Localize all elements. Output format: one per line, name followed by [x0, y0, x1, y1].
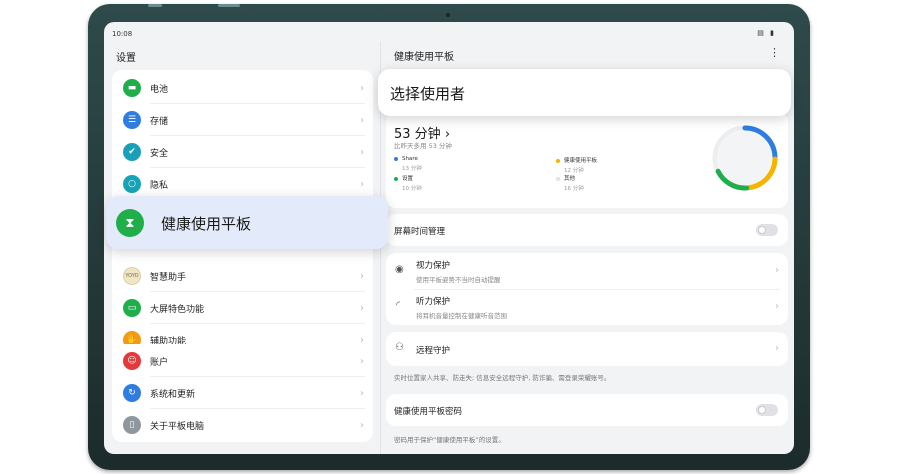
chevron-right-icon: › [360, 387, 364, 399]
settings-item-storage[interactable]: ☰ 存储 › [112, 104, 373, 136]
chevron-right-icon: › [360, 302, 364, 314]
family-icon: ⚇ [395, 342, 404, 353]
chevron-right-icon: › [775, 301, 779, 312]
settings-item-label: 存储 [150, 116, 169, 127]
legend-dot [556, 158, 560, 163]
legend-item-share: Share 13 分钟 [394, 156, 422, 172]
password-toggle[interactable] [756, 404, 778, 416]
legend-item-health: 健康使用平板 12 分钟 [556, 156, 597, 174]
legend-dot [556, 176, 560, 181]
settings-item-label: 大屏特色功能 [150, 304, 205, 315]
eye-protection-title: 视力保护 [416, 261, 451, 271]
highlight-health-item[interactable]: ⧗ 健康使用平板 [106, 196, 388, 249]
settings-item-account[interactable]: ☺ 账户 › [112, 345, 373, 377]
eye-icon: ◉ [395, 264, 404, 275]
chevron-right-icon: › [360, 114, 364, 126]
settings-title: 设置 [116, 53, 136, 64]
chevron-right-icon: › [360, 82, 364, 94]
legend-name: 设置 [402, 176, 414, 182]
usage-compare: 比昨天多用 53 分钟 [394, 142, 452, 150]
settings-item-system-update[interactable]: ↻ 系统和更新 › [112, 377, 373, 409]
hearing-protection-title: 听力保护 [416, 297, 451, 307]
storage-icon: ☰ [123, 111, 141, 129]
settings-item-label: 电池 [150, 84, 169, 95]
status-time: 10:08 [112, 30, 133, 38]
battery-icon: ▬ [123, 79, 141, 97]
usage-ring-chart [712, 125, 778, 191]
password-note: 密码用于保护“健康使用平板”的设置。 [394, 436, 505, 444]
legend-value: 13 分钟 [402, 166, 422, 172]
remote-guard-title: 远程守护 [416, 346, 451, 356]
lock-icon: ○ [123, 175, 141, 193]
legend-name: Share [402, 156, 418, 162]
shield-icon: ✔ [123, 143, 141, 161]
chevron-right-icon: › [775, 343, 779, 354]
screen-feature-icon: ▭ [123, 299, 141, 317]
screen-time-label: 屏幕时间管理 [394, 227, 446, 237]
legend-value: 10 分钟 [402, 186, 422, 192]
protection-card: ◉ 视力保护 使用平板姿势不当时自动提醒 › ◜ 听力保护 将耳机音量控制在健康… [386, 253, 788, 325]
settings-item-label: 系统和更新 [150, 389, 196, 400]
settings-item-assistant[interactable]: YOYO 智慧助手 › [112, 260, 373, 292]
chevron-right-icon: › [360, 270, 364, 282]
password-title: 健康使用平板密码 [394, 407, 463, 417]
highlight-health-label: 健康使用平板 [161, 215, 252, 233]
legend-item-other: 其他 16 分钟 [556, 174, 584, 192]
eye-protection-sub: 使用平板姿势不当时自动提醒 [416, 276, 501, 284]
chevron-right-icon: › [360, 355, 364, 367]
settings-item-label: 智慧助手 [150, 272, 187, 283]
eye-protection-row[interactable]: ◉ 视力保护 使用平板姿势不当时自动提醒 › [386, 253, 788, 289]
select-user-popup[interactable]: 选择使用者 [378, 69, 791, 116]
settings-item-large-screen[interactable]: ▭ 大屏特色功能 › [112, 292, 373, 324]
chevron-right-icon: › [775, 265, 779, 276]
settings-item-label: 账户 [150, 357, 169, 368]
tablet-icon: ▯ [123, 416, 141, 434]
settings-card-system: ☺ 账户 › ↻ 系统和更新 › ▯ 关于平板电脑 › [112, 344, 373, 442]
ring-center [718, 131, 772, 185]
account-icon: ☺ [123, 352, 141, 370]
yoyo-icon: YOYO [123, 267, 141, 285]
remote-guard-note: 实时位置家人共享、防走失; 信息安全远程守护, 防诈骗、需登录荣耀账号。 [394, 374, 611, 382]
legend-item-settings: 设置 10 分钟 [394, 174, 422, 192]
screen-time-toggle[interactable] [756, 224, 778, 236]
settings-item-battery[interactable]: ▬ 电池 › [112, 72, 373, 104]
chevron-right-icon: › [360, 419, 364, 431]
ear-icon: ◜ [396, 300, 400, 311]
settings-item-label: 关于平板电脑 [150, 421, 205, 432]
volume-button [148, 4, 162, 7]
status-indicators: ▤ ▮ [757, 29, 776, 37]
select-user-label: 选择使用者 [390, 85, 466, 103]
settings-item-security[interactable]: ✔ 安全 › [112, 136, 373, 168]
screen-time-row[interactable]: 屏幕时间管理 [386, 214, 788, 246]
hourglass-icon: ⧗ [116, 209, 144, 237]
chevron-right-icon: › [360, 146, 364, 158]
more-options-icon[interactable]: ⋮ [769, 46, 780, 59]
remote-guard-row[interactable]: ⚇ 远程守护 › [386, 332, 788, 366]
chevron-right-icon: › [360, 178, 364, 190]
legend-name: 健康使用平板 [564, 158, 598, 164]
settings-item-label: 安全 [150, 148, 169, 159]
system-update-icon: ↻ [123, 384, 141, 402]
power-button [218, 4, 240, 7]
legend-dot [394, 156, 398, 161]
settings-item-label: 隐私 [150, 180, 169, 191]
hearing-protection-sub: 将耳机音量控制在健康听音范围 [416, 312, 507, 320]
legend-dot [394, 176, 398, 181]
legend-value: 12 分钟 [564, 168, 584, 174]
front-camera [446, 13, 450, 17]
status-bar: 10:08 ▤ ▮ [104, 22, 794, 44]
legend-value: 16 分钟 [564, 186, 584, 192]
page-title: 健康使用平板 [394, 52, 454, 63]
legend-name: 其他 [564, 176, 576, 182]
password-row[interactable]: 健康使用平板密码 [386, 394, 788, 426]
hearing-protection-row[interactable]: ◜ 听力保护 将耳机音量控制在健康听音范围 › [386, 290, 788, 325]
settings-item-about[interactable]: ▯ 关于平板电脑 › [112, 409, 373, 441]
